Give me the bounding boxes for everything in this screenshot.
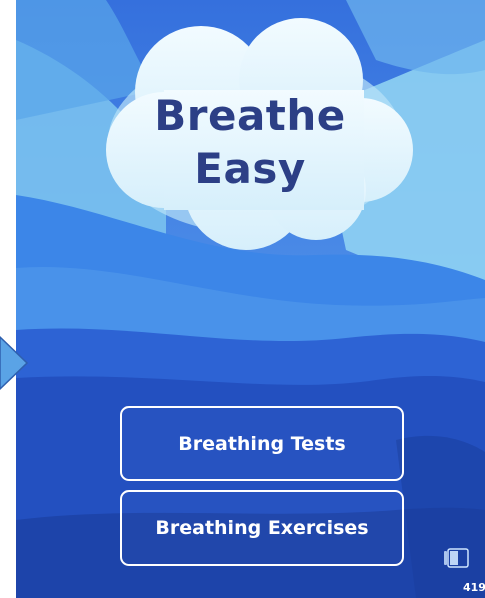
main-screen: Breathe Easy Breathing Tests Breathing E… — [16, 0, 485, 598]
app-title-line-1: Breathe — [154, 91, 346, 140]
breathing-exercises-button[interactable]: Breathing Exercises — [120, 490, 404, 566]
breathing-tests-button[interactable]: Breathing Tests — [120, 406, 404, 481]
breathing-tests-label: Breathing Tests — [178, 432, 346, 455]
app-title-line-2: Easy — [194, 144, 306, 193]
battery-text: 419 — [463, 581, 485, 594]
battery-icon — [444, 548, 469, 568]
app-window: Breathe Easy Breathing Tests Breathing E… — [0, 0, 485, 598]
breathing-exercises-label: Breathing Exercises — [155, 517, 369, 539]
left-arrow-icon[interactable] — [0, 335, 28, 391]
